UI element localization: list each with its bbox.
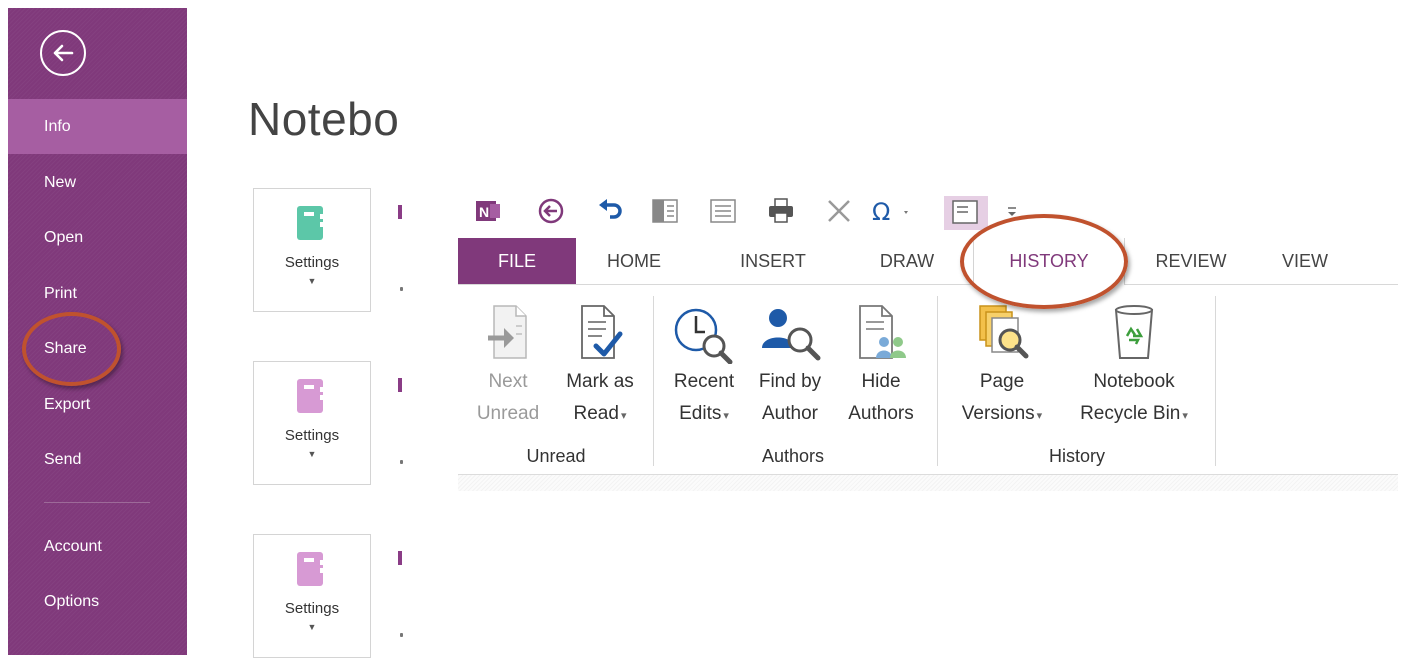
notebook-settings-button[interactable]: Settings ▼ (253, 534, 371, 658)
nav-info[interactable]: Info (8, 99, 187, 154)
print-icon[interactable] (766, 196, 796, 226)
notebook-settings-button[interactable]: Settings ▼ (253, 361, 371, 485)
find-by-author-button[interactable]: Find by Author (748, 302, 832, 442)
normal-view-icon[interactable] (944, 196, 988, 230)
undo-icon[interactable] (596, 196, 626, 226)
recent-edits-line1: Recent (673, 371, 735, 392)
recent-edits-line2: Edits ▾ (679, 403, 729, 424)
full-page-view-icon[interactable] (708, 196, 738, 226)
notebook-icon (297, 552, 323, 586)
page-versions-line2: Versions ▾ (961, 403, 1043, 424)
mark-as-read-icon (581, 305, 623, 359)
find-by-author-icon (762, 309, 821, 361)
symbol-icon[interactable]: Ω (870, 196, 914, 226)
group-label-unread: Unread (526, 446, 586, 466)
notebook-name-stub (398, 205, 402, 219)
notebook-path-stub (400, 460, 403, 464)
group-separator (653, 296, 654, 466)
hide-authors-button[interactable]: Hide Authors (840, 302, 922, 442)
notebook-path-stub (400, 633, 403, 637)
recent-edits-button[interactable]: Recent Edits ▾ (664, 302, 744, 442)
chevron-down-icon: ▼ (307, 622, 317, 632)
notebook-icon (297, 379, 323, 413)
next-unread-line1: Next (488, 371, 528, 392)
nav-options[interactable]: Options (8, 574, 187, 629)
recent-edits-clock-icon (674, 308, 733, 364)
ribbon-bottom-edge (458, 474, 1398, 491)
nav-export[interactable]: Export (8, 377, 187, 432)
tab-draw[interactable]: DRAW (862, 238, 952, 284)
settings-label: Settings (284, 254, 340, 271)
hide-authors-line2: Authors (848, 403, 914, 424)
nav-open[interactable]: Open (8, 210, 187, 265)
ribbon-tabs: FILE HOME INSERT DRAW HISTORY REVIEW VIE… (458, 238, 1398, 286)
dock-icon[interactable] (650, 196, 680, 226)
svg-text:Ω: Ω (872, 198, 890, 226)
recycle-bin-icon (1114, 305, 1154, 359)
back-icon[interactable] (536, 196, 566, 226)
share-annotation-circle (22, 312, 121, 386)
settings-label: Settings (284, 427, 340, 444)
dropdown-arrow-icon: ▾ (1182, 410, 1188, 422)
notebook-icon (297, 206, 323, 240)
dropdown-arrow-icon: ▾ (723, 410, 729, 422)
nav-new[interactable]: New (8, 155, 187, 210)
tab-view[interactable]: VIEW (1270, 238, 1340, 284)
nav-separator (44, 502, 150, 503)
find-by-author-line1: Find by (758, 371, 822, 392)
next-unread-button[interactable]: Next Unread (468, 302, 548, 442)
next-unread-icon (488, 305, 527, 359)
chevron-down-icon: ▼ (307, 449, 317, 459)
hide-authors-line1: Hide (861, 371, 901, 392)
onenote-icon: N (476, 201, 500, 221)
group-label-authors: Authors (761, 446, 825, 466)
group-separator (937, 296, 938, 466)
delete-icon[interactable] (824, 196, 854, 226)
notebook-name-stub (398, 551, 402, 565)
page-versions-line1: Page (979, 371, 1025, 392)
group-label-history: History (1048, 446, 1105, 466)
page-versions-button[interactable]: Page Versions ▾ (948, 302, 1056, 442)
tab-file[interactable]: FILE (458, 238, 576, 284)
ribbon-overlay: N Ω FILE HOME INSERT DRAW HISTORY REVIEW… (458, 196, 1398, 491)
tab-home[interactable]: HOME (586, 238, 682, 284)
mark-as-read-line1: Mark as (566, 371, 634, 392)
svg-text:N: N (479, 204, 489, 220)
notebook-name-stub (398, 378, 402, 392)
find-by-author-line2: Author (762, 403, 818, 424)
tab-insert[interactable]: INSERT (724, 238, 822, 284)
back-arrow-icon[interactable] (40, 30, 86, 76)
group-separator (1215, 296, 1216, 466)
page-versions-icon (979, 305, 1029, 359)
notebook-settings-button[interactable]: Settings ▼ (253, 188, 371, 312)
mark-as-read-button[interactable]: Mark as Read ▾ (556, 302, 644, 442)
notebook-recycle-bin-button[interactable]: Notebook Recycle Bin ▾ (1062, 302, 1206, 442)
history-annotation-circle (960, 214, 1128, 309)
next-unread-line2: Unread (476, 403, 540, 424)
nav-account[interactable]: Account (8, 519, 187, 574)
chevron-down-icon: ▼ (307, 276, 317, 286)
dropdown-arrow-icon: ▾ (620, 410, 627, 422)
dropdown-arrow-icon: ▾ (1036, 410, 1043, 422)
settings-label: Settings (284, 600, 340, 617)
tab-review[interactable]: REVIEW (1146, 238, 1236, 284)
notebook-recycle-bin-line2: Recycle Bin ▾ (1080, 403, 1188, 424)
quick-access-toolbar: N Ω (458, 196, 1398, 238)
notebook-path-stub (400, 287, 403, 291)
page-title: Notebo (248, 93, 400, 145)
hide-authors-icon (859, 305, 906, 359)
notebook-recycle-bin-line1: Notebook (1093, 371, 1175, 392)
nav-print[interactable]: Print (8, 266, 187, 321)
nav-send[interactable]: Send (8, 432, 187, 487)
mark-as-read-line2: Read ▾ (573, 403, 627, 424)
